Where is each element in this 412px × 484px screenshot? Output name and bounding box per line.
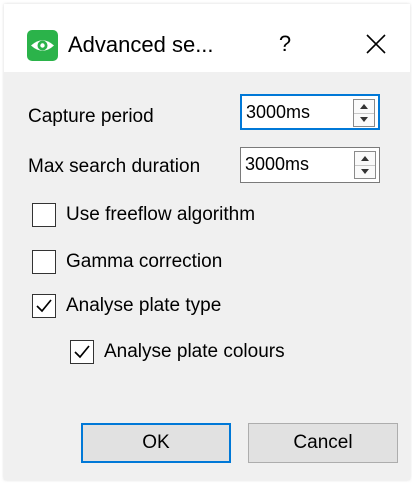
title-bar[interactable]: Advanced se... ? [4, 4, 410, 72]
dialog-title: Advanced se... [68, 32, 214, 57]
checkmark-icon [36, 299, 52, 313]
max-search-duration-label: Max search duration [28, 156, 201, 177]
use-freeflow-checkbox[interactable] [32, 203, 56, 227]
capture-period-spinbox[interactable]: 3000ms [240, 94, 380, 130]
chevron-down-icon [361, 169, 369, 174]
close-icon [366, 34, 386, 54]
cancel-button[interactable]: Cancel [248, 423, 398, 463]
analyse-plate-colours-label[interactable]: Analyse plate colours [104, 339, 285, 365]
analyse-plate-type-checkbox[interactable] [32, 294, 56, 318]
chevron-up-icon [361, 156, 369, 161]
help-button[interactable]: ? [260, 26, 310, 62]
spin-up-button[interactable] [355, 152, 375, 166]
max-search-duration-value[interactable]: 3000ms [245, 148, 309, 180]
capture-period-spin-arrows[interactable] [353, 99, 375, 127]
advanced-settings-dialog: Advanced se... ? Capture period 3000ms M… [4, 4, 410, 480]
chevron-up-icon [360, 104, 368, 109]
spin-down-button[interactable] [355, 165, 375, 178]
gamma-correction-checkbox[interactable] [32, 250, 56, 274]
max-search-duration-spin-arrows[interactable] [354, 151, 376, 179]
analyse-plate-type-label[interactable]: Analyse plate type [66, 293, 221, 319]
spin-up-button[interactable] [354, 100, 374, 114]
gamma-correction-label[interactable]: Gamma correction [66, 249, 222, 275]
spin-down-button[interactable] [354, 113, 374, 126]
close-button[interactable] [354, 26, 396, 62]
capture-period-label: Capture period [28, 106, 154, 127]
chevron-down-icon [360, 117, 368, 122]
eye-icon [27, 30, 58, 61]
capture-period-value[interactable]: 3000ms [246, 96, 310, 128]
checkmark-icon [74, 345, 90, 359]
max-search-duration-spinbox[interactable]: 3000ms [240, 147, 380, 183]
ok-button[interactable]: OK [81, 423, 231, 463]
analyse-plate-colours-checkbox[interactable] [70, 340, 94, 364]
use-freeflow-label[interactable]: Use freeflow algorithm [66, 202, 255, 228]
